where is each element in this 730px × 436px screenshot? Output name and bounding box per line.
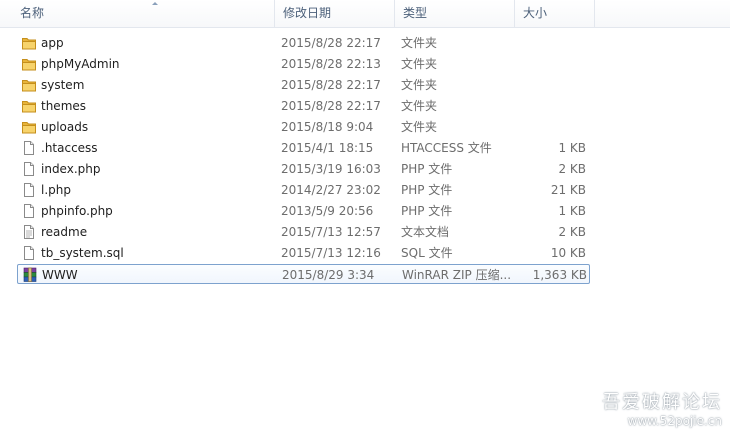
file-row[interactable]: tb_system.sql 2015/7/13 12:16 SQL 文件 10 KB	[17, 243, 590, 263]
file-modified: 2013/5/9 20:56	[281, 204, 374, 218]
folder-icon	[21, 35, 37, 51]
column-header-modified-label: 修改日期	[283, 6, 332, 20]
file-size: 1,363 KB	[532, 268, 587, 282]
file-size: 21 KB	[550, 183, 586, 197]
watermark-url: www.52pojie.cn	[627, 414, 722, 428]
file-type: SQL 文件	[401, 246, 453, 260]
file-type: 文本文档	[401, 225, 450, 239]
file-row[interactable]: index.php 2015/3/19 16:03 PHP 文件 2 KB	[17, 159, 590, 179]
file-type: 文件夹	[401, 78, 438, 92]
file-modified: 2015/8/18 9:04	[281, 120, 374, 134]
file-size: 2 KB	[558, 225, 586, 239]
file-type: HTACCESS 文件	[401, 141, 492, 155]
file-name: app	[41, 36, 64, 50]
file-name: themes	[41, 99, 87, 113]
file-name: l.php	[41, 183, 71, 197]
file-row[interactable]: readme 2015/7/13 12:57 文本文档 2 KB	[17, 222, 590, 242]
file-name: WWW	[42, 268, 78, 282]
file-modified: 2015/7/13 12:16	[281, 246, 381, 260]
text-file-icon	[21, 224, 37, 240]
file-size: 2 KB	[558, 162, 586, 176]
file-name: index.php	[41, 162, 101, 176]
folder-row[interactable]: phpMyAdmin 2015/8/28 22:13 文件夹	[17, 54, 590, 74]
column-header-type-label: 类型	[403, 6, 428, 20]
file-icon	[21, 245, 37, 261]
file-row[interactable]: phpinfo.php 2013/5/9 20:56 PHP 文件 1 KB	[17, 201, 590, 221]
folder-row[interactable]: app 2015/8/28 22:17 文件夹	[17, 33, 590, 53]
file-size: 1 KB	[558, 204, 586, 218]
file-icon	[21, 140, 37, 156]
file-modified: 2015/8/28 22:17	[281, 78, 381, 92]
winrar-archive-icon	[22, 267, 38, 283]
file-type: 文件夹	[401, 57, 438, 71]
file-row[interactable]: l.php 2014/2/27 23:02 PHP 文件 21 KB	[17, 180, 590, 200]
file-row[interactable]: WWW 2015/8/29 3:34 WinRAR ZIP 压缩... 1,363 K…	[17, 264, 590, 284]
file-type: WinRAR ZIP 压缩...	[402, 268, 512, 282]
column-header-name-label: 名称	[20, 6, 45, 20]
folder-icon	[21, 119, 37, 135]
file-icon	[21, 203, 37, 219]
file-icon	[21, 161, 37, 177]
column-header-bar: 名称 修改日期 类型 大小	[0, 0, 730, 28]
file-modified: 2015/4/1 18:15	[281, 141, 374, 155]
file-type: 文件夹	[401, 120, 438, 134]
file-size: 10 KB	[550, 246, 586, 260]
file-modified: 2014/2/27 23:02	[281, 183, 381, 197]
file-size: 1 KB	[558, 141, 586, 155]
file-type: 文件夹	[401, 36, 438, 50]
file-name: .htaccess	[41, 141, 98, 155]
column-header-type[interactable]: 类型	[395, 0, 515, 27]
file-type: 文件夹	[401, 99, 438, 113]
column-header-name[interactable]: 名称	[12, 0, 275, 27]
folder-icon	[21, 77, 37, 93]
file-name: phpMyAdmin	[41, 57, 120, 71]
folder-row[interactable]: themes 2015/8/28 22:17 文件夹	[17, 96, 590, 116]
file-type: PHP 文件	[401, 162, 453, 176]
file-modified: 2015/7/13 12:57	[281, 225, 381, 239]
file-modified: 2015/8/28 22:17	[281, 99, 381, 113]
file-modified: 2015/8/28 22:17	[281, 36, 381, 50]
column-header-size-label: 大小	[523, 6, 548, 20]
folder-icon	[21, 98, 37, 114]
file-name: uploads	[41, 120, 89, 134]
file-modified: 2015/3/19 16:03	[281, 162, 381, 176]
file-icon	[21, 182, 37, 198]
file-type: PHP 文件	[401, 204, 453, 218]
file-row[interactable]: .htaccess 2015/4/1 18:15 HTACCESS 文件 1 KB	[17, 138, 590, 158]
watermark-title: 吾爱破解论坛	[602, 392, 722, 413]
file-name: tb_system.sql	[41, 246, 124, 260]
column-header-size[interactable]: 大小	[515, 0, 595, 27]
folder-row[interactable]: system 2015/8/28 22:17 文件夹	[17, 75, 590, 95]
file-modified: 2015/8/29 3:34	[282, 268, 375, 282]
folder-row[interactable]: uploads 2015/8/18 9:04 文件夹	[17, 117, 590, 137]
file-type: PHP 文件	[401, 183, 453, 197]
file-name: phpinfo.php	[41, 204, 113, 218]
file-name: system	[41, 78, 85, 92]
watermark: 吾爱破解论坛 www.52pojie.cn	[602, 392, 722, 428]
column-header-modified[interactable]: 修改日期	[275, 0, 395, 27]
folder-icon	[21, 56, 37, 72]
file-modified: 2015/8/28 22:13	[281, 57, 381, 71]
file-name: readme	[41, 225, 88, 239]
sort-ascending-icon	[152, 2, 158, 5]
